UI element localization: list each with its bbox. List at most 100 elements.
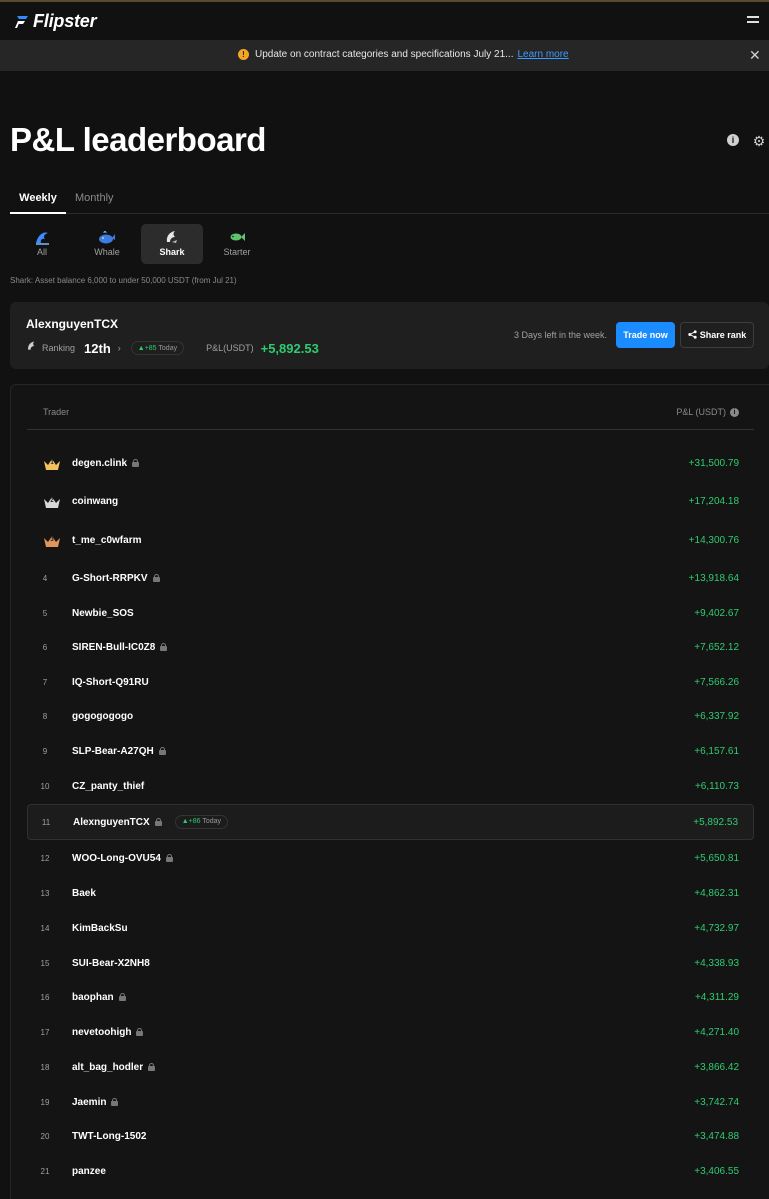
pnl-value: +4,862.31 (694, 887, 739, 899)
leaderboard-table: Trader P&L (USDT) i 1 degen.clink +31,500.… (10, 384, 769, 1199)
trader-name-cell: SUI-Bear-X2NH8 (72, 958, 150, 969)
pnl-value: +3,742.74 (694, 1096, 739, 1108)
table-row[interactable]: 1 degen.clink +31,500.79 (27, 445, 754, 481)
rank-number: 8 (42, 711, 48, 721)
table-row[interactable]: 7 IQ-Short-Q91RU +7,566.26 (27, 664, 754, 700)
trader-name: baophan (72, 991, 114, 1003)
pnl-value: +14,300.76 (688, 534, 739, 546)
up-arrow-icon: ▲ (181, 818, 189, 825)
today-label: Today (202, 818, 222, 825)
category-label: Whale (94, 247, 120, 257)
warning-icon: ! (238, 49, 249, 60)
flipster-logo-icon (15, 15, 28, 28)
trader-name-cell: alt_bag_hodler (72, 1061, 156, 1073)
trader-name-cell: SLP-Bear-A27QH (72, 746, 166, 757)
rank-number: 10 (40, 781, 50, 791)
table-row[interactable]: 3 t_me_c0wfarm +14,300.76 (27, 522, 754, 558)
learn-more-link[interactable]: Learn more (517, 49, 568, 60)
days-left-text: 3 Days left in the week. (513, 330, 607, 340)
trader-name-cell: Jaemin (72, 1097, 119, 1108)
table-row-me[interactable]: 11 AlexnguyenTCX ▲+86 Today +5,892.53 (27, 804, 754, 840)
announcement-banner: ! Update on contract categories and spec… (0, 40, 769, 71)
pnl-value: +3,866.42 (694, 1061, 739, 1073)
trader-name: SLP-Bear-A27QH (72, 745, 154, 757)
pnl-value: +13,918.64 (688, 572, 739, 584)
tab-weekly[interactable]: Weekly (10, 192, 66, 214)
info-icon[interactable]: i (730, 407, 739, 417)
trader-name: AlexnguyenTCX (73, 816, 150, 828)
hamburger-menu-icon[interactable] (747, 16, 759, 26)
table-row[interactable]: 5 Newbie_SOS +9,402.67 (27, 595, 754, 631)
trader-name: TWT-Long-1502 (72, 1130, 147, 1142)
today-change-badge: ▲+85 Today (130, 341, 185, 355)
pnl-value: +6,110.73 (694, 780, 739, 792)
today-label: Today (158, 345, 178, 352)
table-row[interactable]: 14 KimBackSu +4,732.97 (27, 910, 754, 946)
my-rank-card: AlexnguyenTCX Ranking 12th › ▲+85 Today … (10, 302, 769, 369)
table-row[interactable]: 15 SUI-Bear-X2NH8 +4,338.93 (27, 945, 754, 981)
crown-icon: 1 (43, 457, 61, 470)
lock-icon (154, 818, 162, 826)
chevron-right-icon[interactable]: › (118, 343, 121, 353)
table-row[interactable]: 2 coinwang +17,204.18 (27, 483, 754, 519)
pnl-value: +6,157.61 (694, 745, 739, 757)
pnl-value: +4,311.29 (694, 991, 739, 1003)
trader-name: alt_bag_hodler (72, 1061, 144, 1073)
pnl-value: +7,566.26 (694, 676, 739, 688)
trader-name-cell: KimBackSu (72, 923, 128, 934)
rank-number: 4 (42, 573, 48, 583)
table-row[interactable]: 4 G-Short-RRPKV +13,918.64 (27, 560, 754, 596)
lock-icon (165, 854, 173, 862)
table-row[interactable]: 9 SLP-Bear-A27QH +6,157.61 (27, 733, 754, 769)
lock-icon (111, 1098, 119, 1106)
pnl-value: +3,474.88 (694, 1130, 739, 1142)
category-label: All (36, 247, 47, 257)
table-row[interactable]: 10 CZ_panty_thief +6,110.73 (27, 768, 754, 804)
pnl-value: +5,892.53 (260, 340, 319, 356)
logo[interactable]: Flipster (15, 11, 97, 32)
column-header-pnl-label: P&L (USDT) (676, 407, 726, 417)
table-row[interactable]: 20 TWT-Long-1502 +3,474.88 (27, 1118, 754, 1154)
category-starter[interactable]: Starter (206, 224, 268, 264)
close-icon[interactable]: ✕ (749, 48, 761, 62)
trader-name-cell: baophan (72, 992, 126, 1003)
table-row[interactable]: 17 nevetoohigh +4,271.40 (27, 1014, 754, 1050)
category-label: Starter (223, 247, 251, 257)
rank-number: 16 (40, 992, 50, 1002)
table-row[interactable]: 16 baophan +4,311.29 (27, 979, 754, 1015)
tab-monthly[interactable]: Monthly (75, 192, 114, 204)
table-row[interactable]: 8 gogogogogo +6,337.92 (27, 698, 754, 734)
header-divider (27, 429, 754, 430)
table-row[interactable]: 21 panzee +3,406.55 (27, 1153, 754, 1189)
pnl-value: +5,892.53 (693, 816, 738, 828)
my-username: AlexnguyenTCX (26, 317, 119, 331)
category-all[interactable]: All (11, 224, 73, 264)
rank-number: 3 (50, 537, 54, 543)
today-change-badge: ▲+86 Today (174, 815, 229, 829)
rank-number: 12 (40, 853, 50, 863)
category-shark[interactable]: Shark (141, 224, 203, 264)
trader-name: WOO-Long-OVU54 (72, 852, 161, 864)
table-row[interactable]: 18 alt_bag_hodler +3,866.42 (27, 1049, 754, 1085)
trader-name: IQ-Short-Q91RU (72, 676, 149, 688)
lock-icon (132, 459, 140, 467)
category-whale[interactable]: Whale (76, 224, 138, 264)
table-row[interactable]: 19 Jaemin +3,742.74 (27, 1084, 754, 1120)
trader-name: SUI-Bear-X2NH8 (72, 957, 150, 969)
pnl-value: +4,338.93 (694, 957, 739, 969)
shark-icon (141, 229, 203, 245)
rank-number: 15 (40, 958, 50, 968)
rank-number: 11 (41, 817, 51, 827)
share-rank-button[interactable]: Share rank (680, 322, 754, 348)
trade-now-button[interactable]: Trade now (616, 322, 675, 348)
column-header-trader: Trader (43, 407, 70, 417)
info-icon[interactable]: i (727, 134, 739, 146)
lock-icon (136, 1028, 144, 1036)
pnl-value: +9,402.67 (694, 607, 739, 619)
table-row[interactable]: 12 WOO-Long-OVU54 +5,650.81 (27, 840, 754, 876)
table-row[interactable]: 6 SIREN-Bull-IC0Z8 +7,652.12 (27, 629, 754, 665)
page-title: P&L leaderboard (10, 121, 266, 158)
table-row[interactable]: 13 Baek +4,862.31 (27, 875, 754, 911)
gear-icon[interactable]: ⚙ (752, 134, 766, 148)
trader-name: panzee (72, 1165, 106, 1177)
